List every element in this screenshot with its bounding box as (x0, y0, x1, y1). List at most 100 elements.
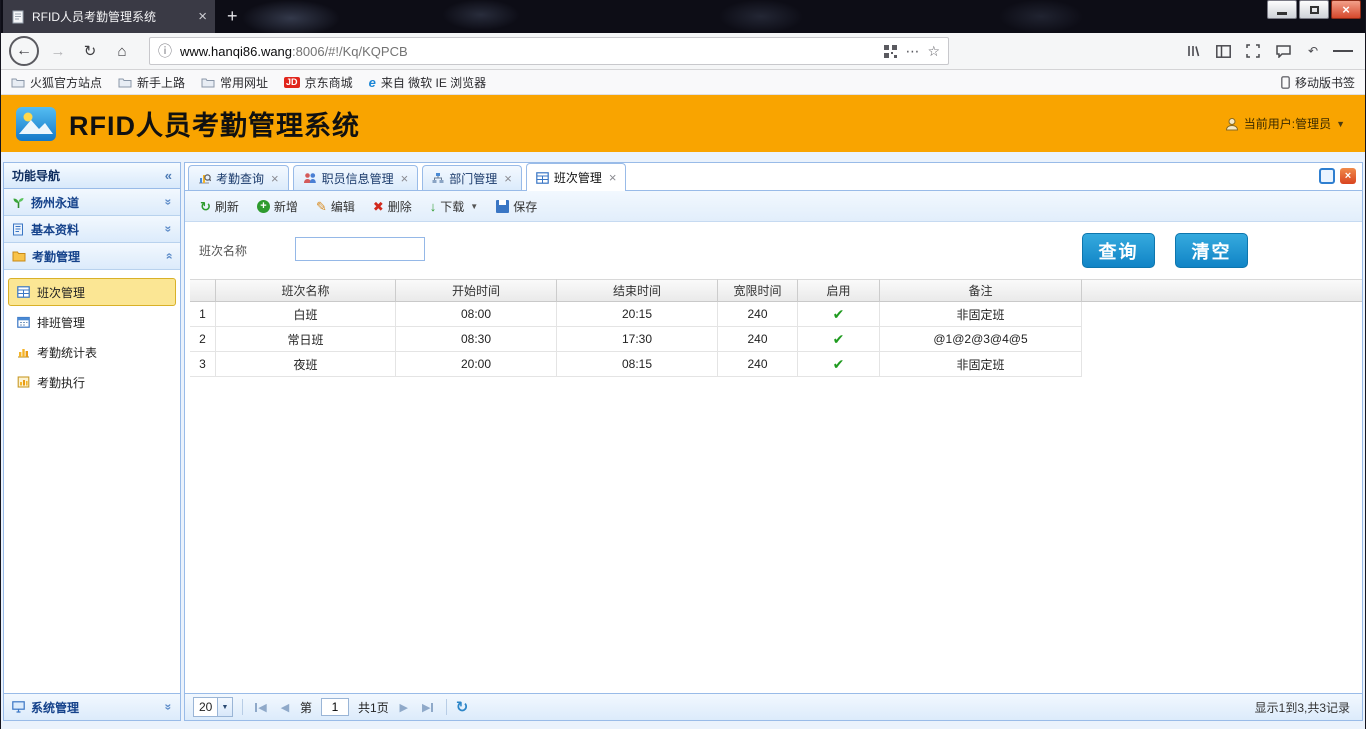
enabled-check-icon[interactable]: ✔ (833, 357, 845, 371)
column-header-start-time[interactable]: 开始时间 (396, 279, 557, 302)
sidebar-item-label: 考勤执行 (37, 374, 85, 391)
grid-refresh-icon[interactable]: ↻ (456, 698, 469, 716)
reload-button[interactable]: ↻ (77, 38, 103, 64)
column-header-note[interactable]: 备注 (880, 279, 1082, 302)
app-logo (15, 106, 57, 142)
bookmark-label: 常用网址 (220, 74, 268, 91)
shift-name-label: 班次名称 (199, 242, 247, 259)
column-header-enabled[interactable]: 启用 (798, 279, 880, 302)
tab-shift-management[interactable]: 班次管理 × (526, 163, 627, 191)
first-page-button[interactable]: ◀ (252, 698, 270, 716)
bookmark-item-jd[interactable]: JD 京东商城 (284, 74, 353, 91)
last-page-button[interactable]: ▶ (419, 698, 437, 716)
sidebar-item-shift-management[interactable]: 班次管理 (8, 278, 176, 306)
browser-window: RFID人员考勤管理系统 × + × ← → ↻ ⌂ ⓘ www.hanqi86… (0, 0, 1366, 729)
screenshot-icon[interactable] (1243, 41, 1263, 61)
table-row[interactable]: 1 白班 08:00 20:15 240 ✔ 非固定班 (190, 302, 1362, 327)
column-header-shift-name[interactable]: 班次名称 (216, 279, 396, 302)
user-menu[interactable]: 当前用户:管理员 ▼ (1225, 115, 1351, 132)
edit-button[interactable]: ✎ 编辑 (309, 195, 362, 218)
page-actions-icon[interactable]: ⋯ (905, 43, 919, 60)
bookmark-item[interactable]: 新手上路 (118, 74, 185, 91)
tab-staff-info[interactable]: 职员信息管理 × (293, 165, 419, 190)
minimize-icon (1277, 12, 1287, 15)
sidebar-group-attendance[interactable]: 考勤管理 » (4, 243, 180, 270)
cell-row-number: 1 (190, 302, 216, 327)
new-tab-button[interactable]: + (215, 0, 250, 33)
next-page-button[interactable]: ▶ (395, 698, 413, 716)
table-row[interactable]: 3 夜班 20:00 08:15 240 ✔ 非固定班 (190, 352, 1362, 377)
window-controls: × (1267, 0, 1361, 19)
menu-icon[interactable] (1333, 41, 1353, 61)
add-button[interactable]: + 新增 (250, 195, 305, 218)
cell-grace-time: 240 (718, 352, 798, 377)
cell-note: 非固定班 (880, 352, 1082, 377)
sidebar-group-basic[interactable]: 基本资料 » (4, 216, 180, 243)
sidebar-item-scheduling[interactable]: 排班管理 (8, 308, 176, 336)
forward-button[interactable]: → (45, 38, 71, 64)
tab-attendance-query[interactable]: 考勤查询 × (188, 165, 289, 190)
close-button[interactable]: × (1331, 0, 1361, 19)
bookmark-item[interactable]: 常用网址 (201, 74, 268, 91)
messages-icon[interactable] (1273, 41, 1293, 61)
qr-scan-icon[interactable] (884, 45, 897, 58)
column-header-grace-time[interactable]: 宽限时间 (718, 279, 798, 302)
column-header-rownum (190, 279, 216, 302)
browser-titlebar: RFID人员考勤管理系统 × + × (1, 0, 1365, 33)
chevron-down-icon: » (162, 199, 176, 206)
clear-button[interactable]: 清空 (1175, 233, 1248, 268)
sidebar: 功能导航 « 扬州永道 » 基本资料 » 考勤管理 » (3, 162, 181, 721)
page-size-select[interactable]: 20 ▼ (193, 697, 233, 717)
sidebar-toggle-icon[interactable] (1213, 41, 1233, 61)
minimize-button[interactable] (1267, 0, 1297, 19)
page-number-input[interactable] (321, 698, 349, 716)
add-icon: + (257, 200, 270, 213)
shift-name-input[interactable] (295, 237, 425, 261)
query-button[interactable]: 查询 (1082, 233, 1155, 268)
back-button[interactable]: ← (9, 36, 39, 66)
tab-close-icon[interactable]: × (609, 171, 617, 184)
cell-note: 非固定班 (880, 302, 1082, 327)
bookmark-star-icon[interactable]: ☆ (927, 43, 940, 60)
prev-page-button[interactable]: ◀ (276, 698, 294, 716)
sidebar-item-attendance-stats[interactable]: 考勤统计表 (8, 338, 176, 366)
download-button[interactable]: ↓ 下载 ▼ (423, 195, 485, 218)
tab-close-icon[interactable]: × (504, 172, 512, 185)
enabled-check-icon[interactable]: ✔ (833, 307, 845, 321)
url-bar[interactable]: ⓘ www.hanqi86.wang:8006/#!/Kq/KQPCB ⋯ ☆ (149, 37, 949, 65)
column-header-end-time[interactable]: 结束时间 (557, 279, 718, 302)
sidebar-group-yangzhou[interactable]: 扬州永道 » (4, 189, 180, 216)
site-info-icon[interactable]: ⓘ (158, 41, 172, 61)
next-icon: ▶ (422, 701, 430, 714)
library-icon[interactable] (1183, 41, 1203, 61)
close-panel-icon[interactable]: × (1340, 168, 1356, 184)
people-icon (303, 172, 317, 184)
select-caret-icon: ▼ (217, 698, 232, 716)
sidebar-group-label: 考勤管理 (32, 248, 80, 265)
maximize-button[interactable] (1299, 0, 1329, 19)
tab-close-icon[interactable]: × (198, 9, 207, 24)
sidebar-item-label: 考勤统计表 (37, 344, 97, 361)
mobile-bookmarks[interactable]: 移动版书签 (1281, 74, 1355, 91)
browser-navbar: ← → ↻ ⌂ ⓘ www.hanqi86.wang:8006/#!/Kq/KQ… (1, 33, 1365, 70)
url-text: www.hanqi86.wang:8006/#!/Kq/KQPCB (180, 44, 876, 59)
maximize-panel-icon[interactable] (1319, 168, 1335, 184)
sidebar-collapse-icon[interactable]: « (165, 168, 172, 183)
refresh-button[interactable]: ↻ 刷新 (193, 195, 246, 218)
tab-label: 班次管理 (554, 169, 602, 186)
bookmark-item-ie[interactable]: e 来自 微软 IE 浏览器 (369, 74, 487, 91)
table-row[interactable]: 2 常日班 08:30 17:30 240 ✔ @1@2@3@4@5 (190, 327, 1362, 352)
enabled-check-icon[interactable]: ✔ (833, 332, 845, 346)
tab-close-icon[interactable]: × (401, 172, 409, 185)
bookmark-item[interactable]: 火狐官方站点 (11, 74, 102, 91)
tab-department[interactable]: 部门管理 × (422, 165, 522, 190)
sidebar-group-system[interactable]: 系统管理 » (4, 693, 180, 720)
home-button[interactable]: ⌂ (109, 38, 135, 64)
browser-tab[interactable]: RFID人员考勤管理系统 × (3, 0, 215, 33)
restore-session-icon[interactable]: ↶ (1303, 41, 1323, 61)
save-button[interactable]: 保存 (489, 195, 544, 218)
tab-close-icon[interactable]: × (271, 172, 279, 185)
navbar-right-icons: ↶ (1183, 41, 1357, 61)
delete-button[interactable]: ✖ 删除 (366, 195, 419, 218)
sidebar-item-attendance-exec[interactable]: 考勤执行 (8, 368, 176, 396)
